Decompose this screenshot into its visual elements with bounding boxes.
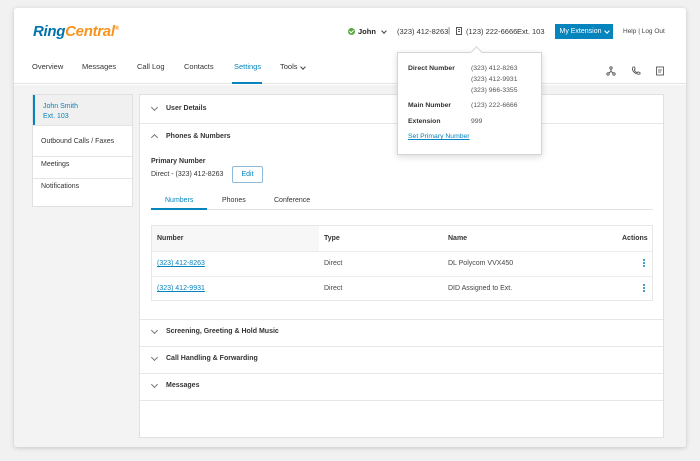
number-link[interactable]: (323) 412-8263 xyxy=(157,260,205,267)
number-link[interactable]: (323) 412-9931 xyxy=(157,285,205,292)
sidebar-item-meetings[interactable]: Meetings xyxy=(41,161,69,168)
help-links: Help | Log Out xyxy=(623,28,665,35)
chevron-down-icon xyxy=(299,64,306,70)
nav-active-indicator xyxy=(232,82,262,84)
logout-link[interactable]: Log Out xyxy=(642,28,665,35)
divider xyxy=(140,373,663,374)
divider xyxy=(140,319,663,320)
app-window: RingCentral® John (323) 412-8263 | (123)… xyxy=(14,8,686,447)
table-cell-type: Direct xyxy=(324,260,343,267)
tab-conference[interactable]: Conference xyxy=(274,197,310,204)
more-actions-icon[interactable] xyxy=(643,259,645,268)
divider xyxy=(152,276,652,277)
popup-direct-value: (323) 412-8263 xyxy=(471,65,518,72)
help-link[interactable]: Help xyxy=(623,28,636,35)
sidebar-item-user[interactable]: John Smith Ext. 103 xyxy=(33,95,132,125)
nav-contacts[interactable]: Contacts xyxy=(184,62,214,71)
popup-direct-value: (323) 412-9931 xyxy=(471,76,518,83)
popup-direct-label: Direct Number xyxy=(408,65,455,72)
sidebar-item-outbound-calls[interactable]: Outbound Calls / Faxes xyxy=(41,138,114,145)
table-cell-name: DL Polycom VVX450 xyxy=(448,260,514,267)
popup-ext-value: 999 xyxy=(471,118,483,125)
phone-numbers-popup: Direct Number (323) 412-8263 (323) 412-9… xyxy=(397,52,542,155)
user-name: John xyxy=(358,27,376,36)
divider xyxy=(152,251,652,252)
my-extension-button[interactable]: My Extension xyxy=(555,24,613,39)
top-header: RingCentral® John (323) 412-8263 | (123)… xyxy=(14,8,686,54)
divider xyxy=(140,346,663,347)
column-header-type: Type xyxy=(324,235,340,242)
chevron-down-icon xyxy=(150,103,159,111)
tab-numbers[interactable]: Numbers xyxy=(165,197,193,204)
fax-icon[interactable] xyxy=(655,66,665,76)
network-icon[interactable] xyxy=(606,66,616,76)
ringcentral-logo[interactable]: RingCentral® xyxy=(33,23,119,40)
nav-overview[interactable]: Overview xyxy=(32,62,63,71)
primary-number-value: Direct - (323) 412-8263 xyxy=(151,171,224,178)
section-screening[interactable]: Screening, Greeting & Hold Music xyxy=(150,326,279,335)
main-nav: Overview Messages Call Log Contacts Sett… xyxy=(14,54,686,84)
divider xyxy=(33,156,132,157)
separator: | xyxy=(448,26,451,35)
divider xyxy=(33,178,132,179)
edit-primary-number-button[interactable]: Edit xyxy=(232,166,263,183)
numbers-tabs: Numbers Phones Conference xyxy=(151,193,653,210)
main-number[interactable]: (123) 222-6666 xyxy=(466,27,517,36)
popup-main-value: (123) 222-6666 xyxy=(471,102,518,109)
tab-phones[interactable]: Phones xyxy=(222,197,246,204)
available-status-icon xyxy=(348,28,355,35)
table-cell-type: Direct xyxy=(324,285,343,292)
chevron-down-icon xyxy=(603,27,610,34)
popup-main-label: Main Number xyxy=(408,102,452,109)
chevron-down-icon xyxy=(381,27,387,34)
direct-number: (323) 412-8263 xyxy=(397,27,449,36)
user-status-menu[interactable]: John xyxy=(348,27,387,36)
sidebar-user-ext: Ext. 103 xyxy=(43,113,69,120)
phone-icon[interactable] xyxy=(631,66,641,76)
table-cell-name: DID Assigned to Ext. xyxy=(448,285,513,292)
sidebar-user-name: John Smith xyxy=(43,103,79,110)
primary-number-label: Primary Number xyxy=(151,158,206,165)
tab-active-indicator xyxy=(151,208,207,210)
popup-direct-value: (323) 966-3355 xyxy=(471,87,518,94)
divider xyxy=(140,400,663,401)
chevron-down-icon xyxy=(150,353,159,361)
column-header-name: Name xyxy=(448,235,468,242)
nav-settings[interactable]: Settings xyxy=(234,62,261,71)
column-header-actions: Actions xyxy=(622,235,648,242)
building-icon xyxy=(456,27,462,35)
more-actions-icon[interactable] xyxy=(643,284,645,293)
numbers-table: Number Type Name Actions (323) 412-8263 … xyxy=(151,225,653,301)
settings-sidebar: John Smith Ext. 103 Outbound Calls / Fax… xyxy=(32,94,133,207)
extension-label: Ext. 103 xyxy=(517,27,545,36)
chevron-down-icon xyxy=(150,380,159,388)
section-phones-numbers[interactable]: Phones & Numbers xyxy=(150,132,231,142)
chevron-down-icon xyxy=(150,326,159,334)
section-call-handling[interactable]: Call Handling & Forwarding xyxy=(150,353,258,362)
nav-call-log[interactable]: Call Log xyxy=(137,62,165,71)
section-user-details[interactable]: User Details xyxy=(150,103,206,112)
chevron-up-icon xyxy=(150,133,159,142)
section-messages[interactable]: Messages xyxy=(150,380,199,389)
nav-tools[interactable]: Tools xyxy=(280,62,306,71)
divider xyxy=(33,125,132,126)
nav-messages[interactable]: Messages xyxy=(82,62,116,71)
set-primary-number-link[interactable]: Set Primary Number xyxy=(408,133,470,140)
popup-ext-label: Extension xyxy=(408,118,441,125)
column-header-number: Number xyxy=(157,235,184,242)
sidebar-item-notifications[interactable]: Notifications xyxy=(41,183,79,190)
